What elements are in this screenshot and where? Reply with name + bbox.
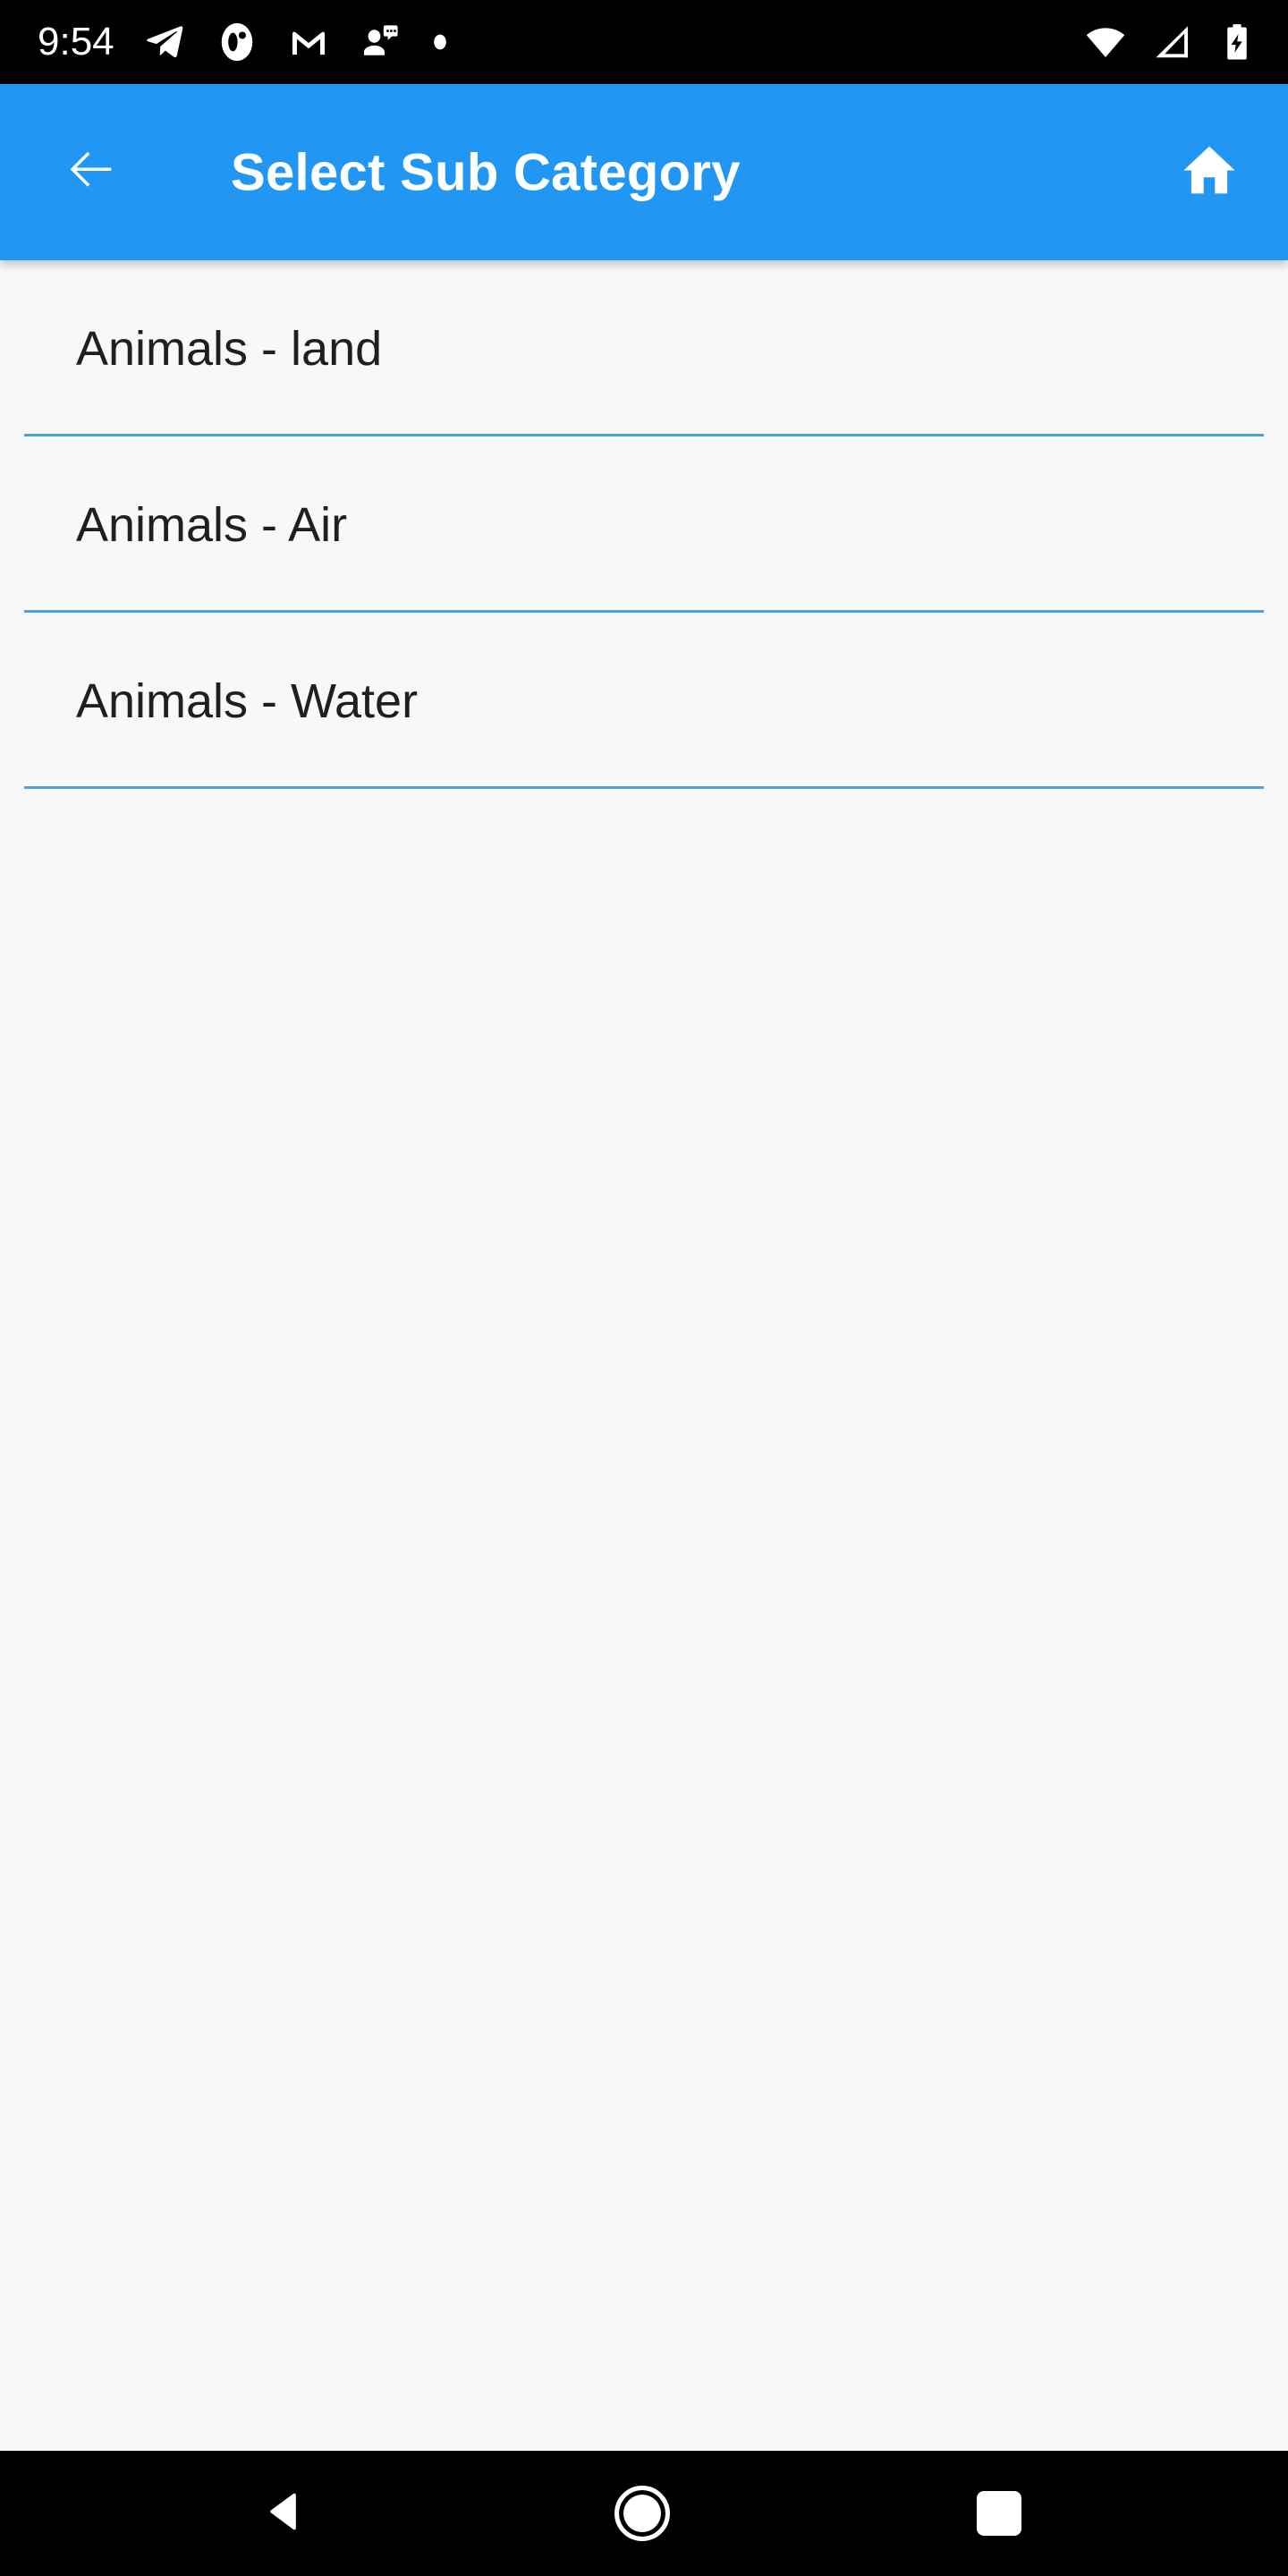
app-bar: Select Sub Category <box>0 84 1288 260</box>
list-item-label: Animals - Water <box>76 674 419 728</box>
sub-category-list: Animals - land Animals - Air Animals - W… <box>0 260 1288 2451</box>
home-button[interactable] <box>1168 131 1250 214</box>
gmail-icon <box>288 21 329 63</box>
wifi-icon <box>1084 21 1127 64</box>
app-circle-icon <box>216 21 258 63</box>
status-bar-left-group: 9:54 <box>0 0 449 84</box>
list-item[interactable]: Animals - Water <box>0 613 1288 789</box>
list-item-label: Animals - Air <box>76 497 348 552</box>
more-notifications-dot-icon <box>431 33 449 51</box>
person-message-icon <box>360 21 401 63</box>
status-bar: 9:54 <box>0 0 1288 84</box>
list-item-label: Animals - land <box>76 321 383 376</box>
list-item[interactable]: Animals - Air <box>0 436 1288 613</box>
status-bar-right-group <box>1061 0 1258 84</box>
list-item[interactable]: Animals - land <box>0 260 1288 436</box>
page-title: Select Sub Category <box>231 143 741 201</box>
status-bar-clock: 9:54 <box>38 20 114 64</box>
list-divider <box>24 786 1264 789</box>
cellular-signal-icon <box>1150 21 1193 64</box>
nav-home-button[interactable] <box>562 2451 723 2576</box>
triangle-back-icon <box>259 2487 309 2541</box>
home-icon <box>1180 140 1239 204</box>
navigation-bar <box>0 2451 1288 2576</box>
square-recents-icon <box>977 2491 1021 2536</box>
battery-charging-icon <box>1216 21 1258 63</box>
nav-recent-button[interactable] <box>919 2451 1080 2576</box>
telegram-icon <box>145 21 186 63</box>
back-button[interactable] <box>49 131 131 214</box>
arrow-back-icon <box>59 139 122 206</box>
phone-screen: 9:54 Select Sub Category Animals - land … <box>0 0 1288 2576</box>
nav-back-button[interactable] <box>204 2451 365 2576</box>
circle-home-icon <box>614 2486 670 2541</box>
